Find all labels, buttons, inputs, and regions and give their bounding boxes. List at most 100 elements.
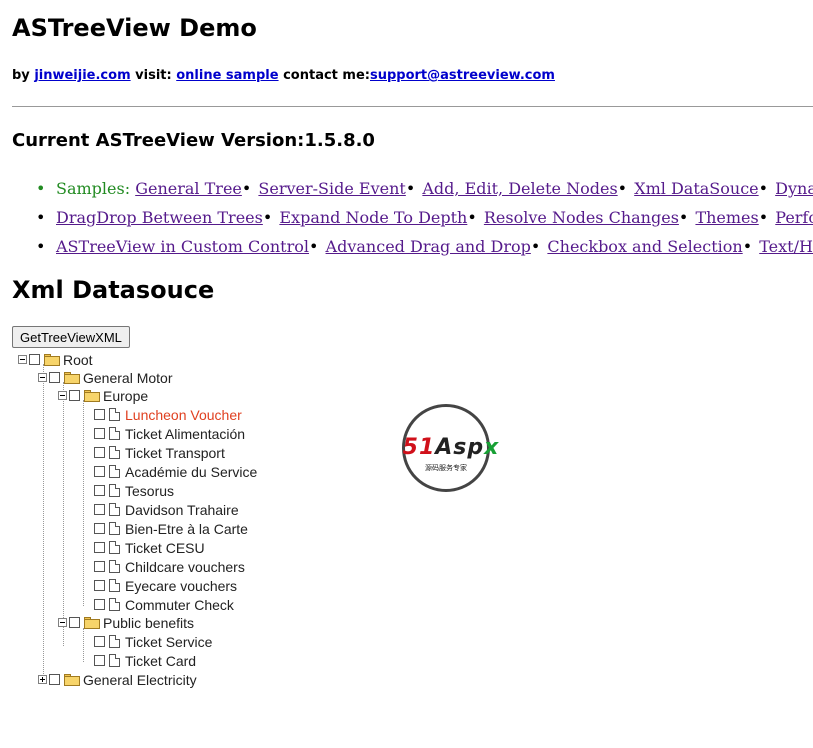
- nav-link-resolve-nodes-changes[interactable]: Resolve Nodes Changes: [484, 208, 679, 227]
- tree-node-leaf[interactable]: Commuter Check: [94, 595, 234, 614]
- tree-node-label[interactable]: Tesorus: [125, 483, 174, 499]
- collapse-icon[interactable]: [58, 618, 67, 627]
- tree-node-root[interactable]: Root: [18, 350, 93, 369]
- nav-link-checkbox-selection[interactable]: Checkbox and Selection: [547, 237, 742, 256]
- tree-checkbox[interactable]: [94, 428, 105, 439]
- author-link[interactable]: jinweijie.com: [34, 68, 130, 83]
- online-sample-link[interactable]: online sample: [176, 68, 278, 83]
- tree-node-leaf[interactable]: Eyecare vouchers: [94, 576, 237, 595]
- tree-node-label[interactable]: Childcare vouchers: [125, 559, 245, 575]
- tree-checkbox[interactable]: [94, 599, 105, 610]
- file-icon: [109, 408, 120, 421]
- contact-text: contact me:: [278, 68, 370, 83]
- folder-icon: [64, 371, 80, 384]
- tree-node-leaf[interactable]: Ticket Alimentación: [94, 424, 245, 443]
- expand-icon[interactable]: [38, 675, 47, 684]
- tree-checkbox[interactable]: [94, 580, 105, 591]
- tree-node-leaf[interactable]: Bien-Etre à la Carte: [94, 519, 248, 538]
- tree-node-leaf[interactable]: Childcare vouchers: [94, 557, 245, 576]
- file-icon: [109, 446, 120, 459]
- nav-link-advanced-drag-drop[interactable]: Advanced Drag and Drop: [326, 237, 531, 256]
- tree-node-leaf[interactable]: Ticket Service: [94, 632, 212, 651]
- collapse-icon[interactable]: [38, 373, 47, 382]
- nav-link-general-tree[interactable]: General Tree: [135, 179, 242, 198]
- tree-node-label[interactable]: Eyecare vouchers: [125, 578, 237, 594]
- tree-node-leaf[interactable]: Luncheon Voucher: [94, 405, 242, 424]
- tree-checkbox[interactable]: [69, 390, 80, 401]
- tree-checkbox[interactable]: [94, 409, 105, 420]
- tree-checkbox[interactable]: [94, 485, 105, 496]
- tree-node-label[interactable]: Académie du Service: [125, 464, 257, 480]
- file-icon: [109, 579, 120, 592]
- tree-checkbox[interactable]: [94, 542, 105, 553]
- tree-node-label[interactable]: Ticket Alimentación: [125, 426, 245, 442]
- tree-checkbox[interactable]: [49, 674, 60, 685]
- tree-node-label[interactable]: General Motor: [83, 370, 172, 386]
- tree-checkbox[interactable]: [94, 523, 105, 534]
- tree-node-label[interactable]: Davidson Trahaire: [125, 502, 239, 518]
- tree-node-public-benefits[interactable]: Public benefits: [58, 613, 194, 632]
- tree-node-general-motor[interactable]: General Motor: [38, 368, 172, 387]
- watermark-logo: 51Aspx 源码服务专家: [402, 404, 498, 492]
- file-icon: [109, 560, 120, 573]
- tree-node-europe[interactable]: Europe: [58, 386, 148, 405]
- file-icon: [109, 654, 120, 667]
- nav-link-expand-node-to-depth[interactable]: Expand Node To Depth: [279, 208, 467, 227]
- tree-node-leaf[interactable]: Davidson Trahaire: [94, 500, 239, 519]
- tree-node-label[interactable]: Ticket Card: [125, 653, 196, 669]
- tree-checkbox[interactable]: [94, 636, 105, 647]
- tree-line: [63, 382, 64, 646]
- collapse-icon[interactable]: [58, 391, 67, 400]
- tree-checkbox[interactable]: [29, 354, 40, 365]
- watermark-logo-text: 51Aspx: [402, 435, 500, 460]
- tree-node-label[interactable]: Europe: [103, 388, 148, 404]
- tree-node-label[interactable]: Ticket CESU: [125, 540, 205, 556]
- tree-node-label[interactable]: Public benefits: [103, 615, 194, 631]
- tree-checkbox[interactable]: [49, 372, 60, 383]
- tree-node-leaf[interactable]: Ticket Card: [94, 651, 196, 670]
- tree-node-label-selected[interactable]: Luncheon Voucher: [125, 407, 242, 423]
- tree-node-label[interactable]: Bien-Etre à la Carte: [125, 521, 248, 537]
- tree-node-label[interactable]: Root: [63, 352, 93, 368]
- sample-nav: Samples: General Tree• Server-Side Event…: [0, 176, 813, 263]
- folder-icon: [64, 673, 80, 686]
- file-icon: [109, 541, 120, 554]
- nav-link-xml-datasouce[interactable]: Xml DataSouce: [634, 179, 758, 198]
- tree-node-label[interactable]: Ticket Service: [125, 634, 212, 650]
- tree-checkbox[interactable]: [94, 561, 105, 572]
- tree-checkbox[interactable]: [94, 504, 105, 515]
- file-icon: [109, 465, 120, 478]
- tree-node-leaf[interactable]: Ticket CESU: [94, 538, 205, 557]
- page-title: ASTreeView Demo: [12, 14, 257, 42]
- tree-node-general-electricity[interactable]: General Electricity: [38, 670, 197, 689]
- tree-node-leaf[interactable]: Académie du Service: [94, 462, 257, 481]
- tree-line: [83, 400, 84, 606]
- nav-link-performance-test[interactable]: Performance Test: [775, 208, 813, 227]
- nav-link-custom-control[interactable]: ASTreeView in Custom Control: [56, 237, 309, 256]
- email-link[interactable]: support@astreeview.com: [370, 68, 555, 83]
- tree-checkbox[interactable]: [94, 447, 105, 458]
- collapse-icon[interactable]: [18, 355, 27, 364]
- samples-label: Samples:: [56, 179, 131, 198]
- nav-row-1: Samples: General Tree• Server-Side Event…: [0, 176, 813, 205]
- byline: by jinweijie.com visit: online sample co…: [12, 68, 555, 83]
- nav-link-add-edit-delete[interactable]: Add, Edit, Delete Nodes: [422, 179, 617, 198]
- tree-node-label[interactable]: General Electricity: [83, 672, 197, 688]
- nav-link-server-side-event[interactable]: Server-Side Event: [258, 179, 405, 198]
- nav-link-text-html-node[interactable]: Text/Html Node: [759, 237, 813, 256]
- folder-icon: [84, 389, 100, 402]
- tree-node-leaf[interactable]: Tesorus: [94, 481, 174, 500]
- nav-link-dynamic-loading[interactable]: Dynamic Loading: [775, 179, 813, 198]
- get-treeview-xml-button[interactable]: GetTreeViewXML: [12, 326, 130, 348]
- tree-node-leaf[interactable]: Ticket Transport: [94, 443, 225, 462]
- tree-node-label[interactable]: Commuter Check: [125, 597, 234, 613]
- tree-checkbox[interactable]: [94, 655, 105, 666]
- file-icon: [109, 503, 120, 516]
- tree-node-label[interactable]: Ticket Transport: [125, 445, 225, 461]
- nav-link-themes[interactable]: Themes: [695, 208, 758, 227]
- tree-checkbox[interactable]: [69, 617, 80, 628]
- file-icon: [109, 427, 120, 440]
- section-heading: Xml Datasouce: [12, 276, 215, 304]
- tree-checkbox[interactable]: [94, 466, 105, 477]
- nav-link-dragdrop-between-trees[interactable]: DragDrop Between Trees: [56, 208, 263, 227]
